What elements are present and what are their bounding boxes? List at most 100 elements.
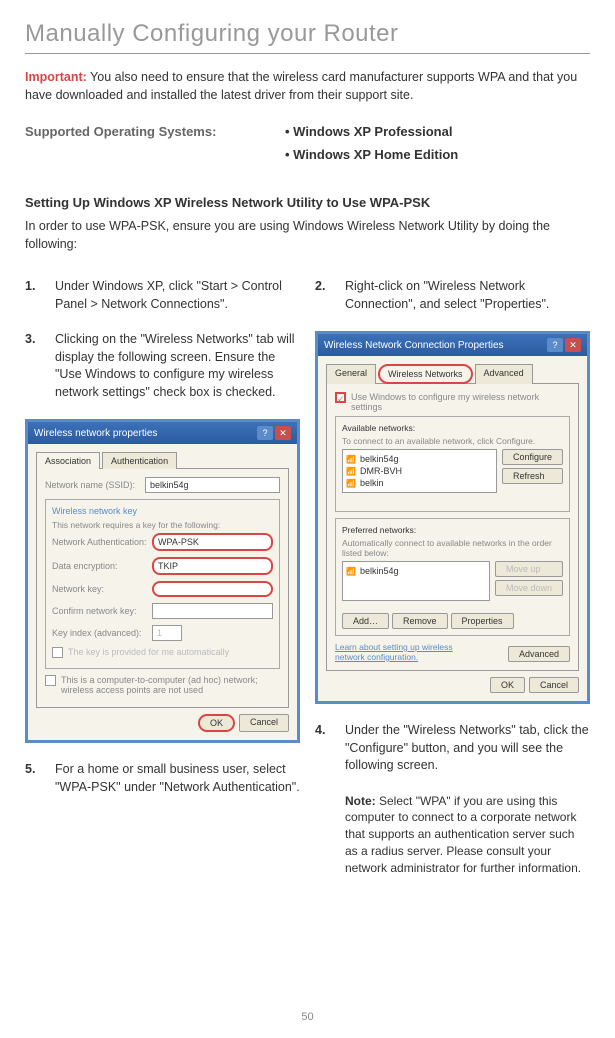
page-title: Manually Configuring your Router — [25, 20, 590, 48]
dialog1-buttons: OK Cancel — [36, 708, 289, 732]
note-text: Select "WPA" if you are using this compu… — [345, 794, 581, 875]
pref-label: Preferred networks: — [342, 525, 563, 535]
list-item[interactable]: belkin54g — [346, 453, 493, 465]
left-column: 1. Under Windows XP, click "Start > Cont… — [25, 278, 300, 876]
ok-button[interactable]: OK — [490, 677, 525, 693]
step-1-text: Under Windows XP, click "Start > Control… — [55, 278, 300, 313]
adhoc-checkbox[interactable] — [45, 675, 56, 686]
dialog1-title: Wireless network properties — [34, 428, 157, 439]
cancel-button[interactable]: Cancel — [529, 677, 579, 693]
dialog-wireless-network-properties: Wireless network properties ? ✕ Associat… — [25, 419, 300, 743]
help-icon[interactable]: ? — [547, 338, 563, 352]
important-text: You also need to ensure that the wireles… — [25, 70, 577, 102]
step-1: 1. Under Windows XP, click "Start > Cont… — [25, 278, 300, 313]
tab-authentication[interactable]: Authentication — [102, 452, 177, 469]
supported-os-label: Supported Operating Systems: — [25, 124, 285, 139]
use-windows-checkbox[interactable] — [335, 392, 346, 403]
list-item[interactable]: belkin54g — [346, 565, 486, 577]
refresh-button[interactable]: Refresh — [502, 468, 563, 484]
tab-advanced[interactable]: Advanced — [475, 364, 533, 384]
auth-label: Network Authentication: — [52, 537, 152, 547]
title-underline — [25, 53, 590, 54]
remove-button[interactable]: Remove — [392, 613, 448, 629]
section-text: In order to use WPA-PSK, ensure you are … — [25, 218, 590, 253]
dialog1-titlebar: Wireless network properties ? ✕ — [28, 422, 297, 444]
important-label: Important: — [25, 70, 87, 84]
pref-desc: Automatically connect to available netwo… — [342, 538, 563, 558]
dialog2-body: General Wireless Networks Advanced Use W… — [318, 356, 587, 701]
ok-button[interactable]: OK — [198, 714, 235, 732]
key-group-label: Wireless network key — [52, 506, 273, 516]
auth-select[interactable]: WPA-PSK — [152, 533, 273, 551]
supported-os-items: • Windows XP Professional • Windows XP H… — [285, 124, 458, 170]
autokey-checkbox — [52, 647, 63, 658]
tab-association[interactable]: Association — [36, 452, 100, 469]
help-icon[interactable]: ? — [257, 426, 273, 440]
available-listbox[interactable]: belkin54g DMR-BVH belkin — [342, 449, 497, 493]
enc-select[interactable]: TKIP — [152, 557, 273, 575]
page-number: 50 — [0, 1011, 615, 1023]
step-5-text: For a home or small business user, selec… — [55, 761, 300, 796]
supported-os: Supported Operating Systems: • Windows X… — [25, 124, 590, 170]
learn-link[interactable]: Learn about setting up wireless network … — [335, 642, 475, 662]
step-3-text: Clicking on the "Wireless Networks" tab … — [55, 331, 300, 401]
os-item-1: • Windows XP Professional — [285, 124, 458, 139]
enc-label: Data encryption: — [52, 561, 152, 571]
dialog2-tab-content: Use Windows to configure my wireless net… — [326, 383, 579, 671]
dialog-connection-properties: Wireless Network Connection Properties ?… — [315, 331, 590, 704]
important-paragraph: Important: You also need to ensure that … — [25, 69, 590, 104]
add-button[interactable]: Add… — [342, 613, 389, 629]
dialog2-title: Wireless Network Connection Properties — [324, 340, 504, 351]
avail-label: Available networks: — [342, 423, 563, 433]
tab-general[interactable]: General — [326, 364, 376, 384]
step-5: 5. For a home or small business user, se… — [25, 761, 300, 796]
moveup-button: Move up — [495, 561, 563, 577]
step-4-num: 4. — [315, 722, 333, 775]
dialog1-tabs: Association Authentication — [36, 452, 289, 469]
netkey-input[interactable] — [152, 581, 273, 597]
section-heading: Setting Up Windows XP Wireless Network U… — [25, 195, 590, 210]
list-item[interactable]: DMR-BVH — [346, 465, 493, 477]
cancel-button[interactable]: Cancel — [239, 714, 289, 732]
step-2: 2. Right-click on "Wireless Network Conn… — [315, 278, 590, 313]
right-column: 2. Right-click on "Wireless Network Conn… — [315, 278, 590, 876]
close-icon[interactable]: ✕ — [565, 338, 581, 352]
confirm-label: Confirm network key: — [52, 606, 152, 616]
step-1-num: 1. — [25, 278, 43, 313]
movedown-button: Move down — [495, 580, 563, 596]
configure-button[interactable]: Configure — [502, 449, 563, 465]
preferred-listbox[interactable]: belkin54g — [342, 561, 490, 601]
avail-desc: To connect to an available network, clic… — [342, 436, 563, 446]
note-label: Note: — [345, 794, 376, 808]
os-item-2: • Windows XP Home Edition — [285, 147, 458, 162]
ssid-label: Network name (SSID): — [45, 480, 145, 490]
close-icon[interactable]: ✕ — [275, 426, 291, 440]
step-2-num: 2. — [315, 278, 333, 313]
autokey-label: The key is provided for me automatically — [68, 647, 229, 657]
step-5-num: 5. — [25, 761, 43, 796]
step-3-num: 3. — [25, 331, 43, 401]
tab-wireless-networks[interactable]: Wireless Networks — [378, 364, 473, 384]
preferred-networks-fieldset: Preferred networks: Automatically connec… — [335, 518, 570, 636]
dialog1-body: Association Authentication Network name … — [28, 444, 297, 740]
use-windows-label: Use Windows to configure my wireless net… — [351, 392, 570, 412]
dialog2-titlebar: Wireless Network Connection Properties ?… — [318, 334, 587, 356]
confirm-input[interactable] — [152, 603, 273, 619]
ssid-input[interactable]: belkin54g — [145, 477, 280, 493]
available-networks-fieldset: Available networks: To connect to an ava… — [335, 416, 570, 512]
dialog1-tab-content: Network name (SSID): belkin54g Wireless … — [36, 468, 289, 708]
step-4: 4. Under the "Wireless Networks" tab, cl… — [315, 722, 590, 775]
wireless-key-fieldset: Wireless network key This network requir… — [45, 499, 280, 669]
list-item[interactable]: belkin — [346, 477, 493, 489]
columns: 1. Under Windows XP, click "Start > Cont… — [25, 278, 590, 876]
dialog2-buttons: OK Cancel — [326, 671, 579, 693]
step-4-text: Under the "Wireless Networks" tab, click… — [345, 722, 590, 775]
properties-button[interactable]: Properties — [451, 613, 514, 629]
step-3: 3. Clicking on the "Wireless Networks" t… — [25, 331, 300, 401]
step-2-text: Right-click on "Wireless Network Connect… — [345, 278, 590, 313]
advanced-button[interactable]: Advanced — [508, 646, 570, 662]
key-desc: This network requires a key for the foll… — [52, 520, 273, 530]
adhoc-label: This is a computer-to-computer (ad hoc) … — [61, 675, 280, 695]
note-paragraph: Note: Select "WPA" if you are using this… — [315, 793, 590, 877]
keyindex-input: 1 — [152, 625, 182, 641]
